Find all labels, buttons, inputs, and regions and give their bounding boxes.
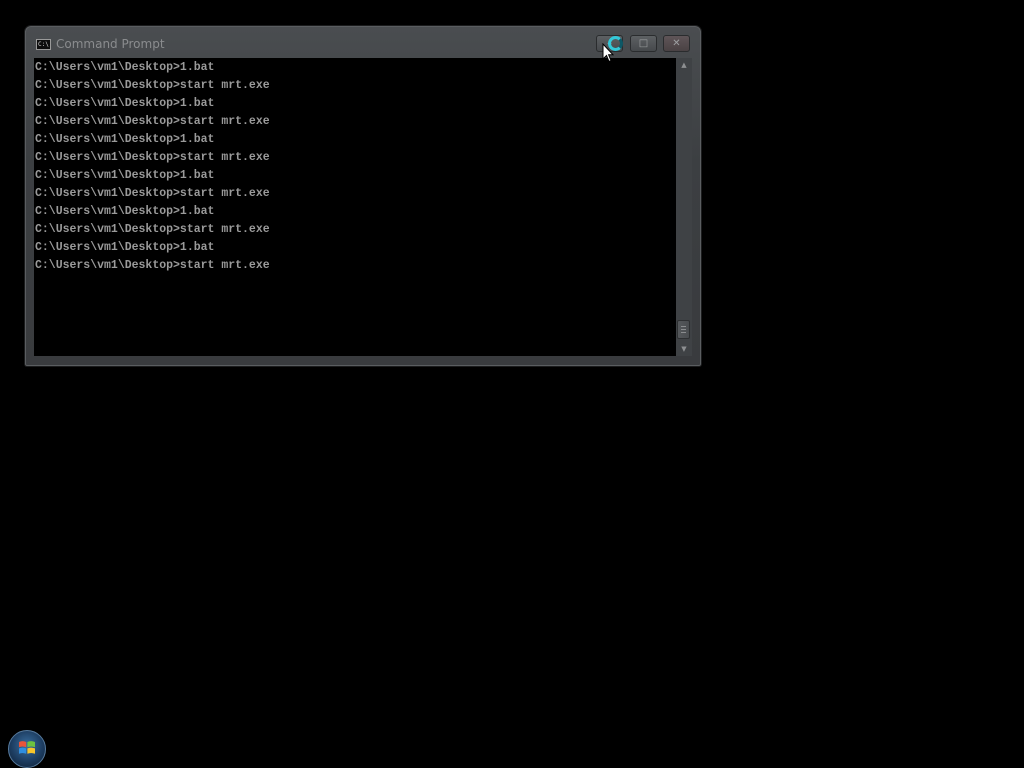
console-lines: C:\Users\vm1\Desktop>1.bat C:\Users\vm1\… — [34, 58, 676, 278]
start-button[interactable] — [8, 730, 46, 768]
scroll-down-arrow[interactable]: ▼ — [676, 342, 692, 356]
grip-line — [681, 332, 686, 333]
window-title: Command Prompt — [56, 37, 165, 51]
console-icon[interactable]: C:\ — [36, 39, 51, 50]
windows-start-icon — [19, 741, 35, 754]
grip-line — [681, 329, 686, 330]
scroll-up-arrow[interactable]: ▲ — [676, 58, 692, 72]
maximize-button[interactable]: □ — [630, 35, 657, 52]
title-bar[interactable]: C:\ Command Prompt – □ ✕ — [26, 27, 700, 57]
console-output[interactable]: C:\Users\vm1\Desktop>1.bat C:\Users\vm1\… — [34, 58, 676, 356]
mouse-pointer-icon — [602, 43, 614, 63]
grip-line — [681, 326, 686, 327]
close-button[interactable]: ✕ — [663, 35, 690, 52]
console-line: C:\Users\vm1\Desktop>start mrt.exe — [35, 259, 270, 272]
command-prompt-window[interactable]: C:\ Command Prompt – □ ✕ C:\Users\vm1\De… — [25, 26, 701, 366]
scroll-thumb[interactable] — [677, 320, 690, 339]
vertical-scrollbar[interactable]: ▲ ▼ — [676, 58, 692, 356]
